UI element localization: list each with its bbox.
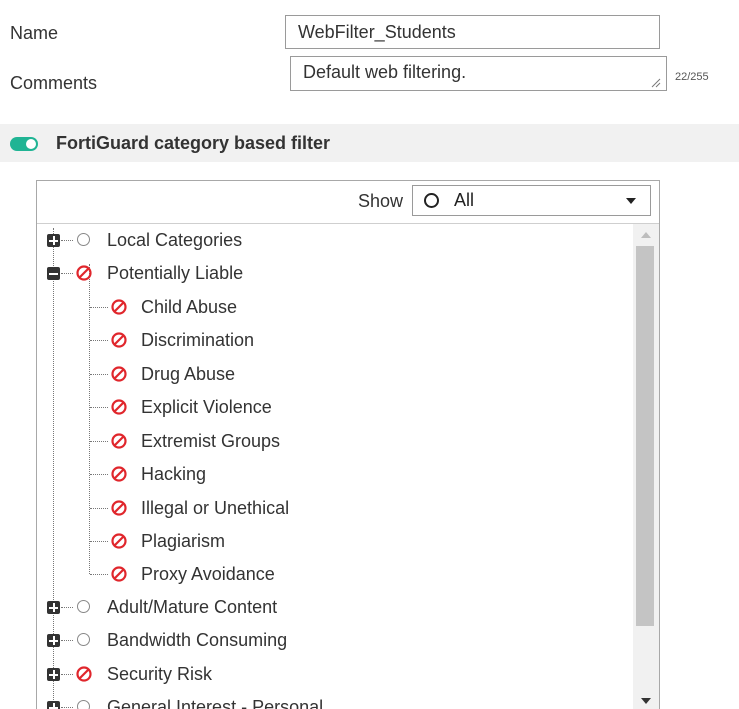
block-icon[interactable] [111,332,127,348]
caret-down-icon [626,198,636,204]
category-panel: Show All Local Categories Potentially Li… [36,180,660,709]
tree-connector [90,407,108,408]
circle-outline-icon[interactable] [77,233,90,246]
block-icon[interactable] [111,500,127,516]
expand-icon[interactable] [47,601,60,614]
collapse-icon[interactable] [47,267,60,280]
tree-connector [90,574,108,575]
toggle-knob [26,139,36,149]
comments-textarea[interactable]: Default web filtering. [290,56,667,91]
expand-icon[interactable] [47,668,60,681]
tree-connector [89,264,90,574]
category-label[interactable]: Local Categories [107,230,242,251]
scroll-thumb[interactable] [636,246,654,626]
resize-grip-icon[interactable] [651,78,661,88]
show-filter-row: Show All [37,181,659,224]
tree-scrollbar[interactable] [633,224,659,709]
category-label[interactable]: Adult/Mature Content [107,597,277,618]
category-label[interactable]: Bandwidth Consuming [107,630,287,651]
name-label: Name [10,23,59,43]
block-icon[interactable] [76,666,92,682]
subcategory-label[interactable]: Proxy Avoidance [141,564,275,585]
tree-connector [90,541,108,542]
comments-counter: 22/255 [675,71,709,83]
section-title: FortiGuard category based filter [56,133,331,153]
show-filter-value: All [454,190,475,210]
tree-connector [90,340,108,341]
subcategory-label[interactable]: Explicit Violence [141,397,272,418]
subcategory-label[interactable]: Drug Abuse [141,364,235,385]
block-icon[interactable] [111,566,127,582]
tree-connector [90,474,108,475]
subcategory-label[interactable]: Child Abuse [141,297,237,318]
block-icon[interactable] [76,265,92,281]
block-icon[interactable] [111,466,127,482]
name-input[interactable]: WebFilter_Students [285,15,660,49]
category-label[interactable]: Security Risk [107,664,212,685]
scroll-up-icon[interactable] [641,232,651,238]
expand-icon[interactable] [47,701,60,709]
tree-connector [61,707,73,708]
expand-icon[interactable] [47,634,60,647]
tree-connector [61,640,73,641]
circle-outline-icon[interactable] [77,633,90,646]
tree-connector [90,508,108,509]
subcategory-label[interactable]: Hacking [141,464,206,485]
tree-connector [90,441,108,442]
tree-connector [61,674,73,675]
show-filter-select[interactable]: All [412,185,651,216]
tree-connector [90,307,108,308]
block-icon[interactable] [111,433,127,449]
tree-connector [61,273,73,274]
fortiguard-toggle[interactable] [10,137,38,151]
block-icon[interactable] [111,399,127,415]
category-label[interactable]: Potentially Liable [107,263,243,284]
circle-outline-icon[interactable] [77,600,90,613]
expand-icon[interactable] [47,234,60,247]
category-tree: Local Categories Potentially Liable Chil… [37,224,633,709]
fortiguard-section-header: FortiGuard category based filter [0,124,739,162]
comments-label: Comments [10,73,98,93]
circle-outline-icon[interactable] [77,700,90,709]
block-icon[interactable] [111,299,127,315]
subcategory-label[interactable]: Discrimination [141,330,254,351]
category-label[interactable]: General Interest - Personal [107,697,323,709]
subcategory-label[interactable]: Plagiarism [141,531,225,552]
scroll-down-icon[interactable] [641,698,651,704]
tree-connector [90,374,108,375]
circle-outline-icon [424,193,439,208]
subcategory-label[interactable]: Extremist Groups [141,431,280,452]
block-icon[interactable] [111,533,127,549]
tree-connector [61,607,73,608]
tree-connector [61,240,73,241]
block-icon[interactable] [111,366,127,382]
show-label: Show [358,191,404,211]
subcategory-label[interactable]: Illegal or Unethical [141,498,289,519]
